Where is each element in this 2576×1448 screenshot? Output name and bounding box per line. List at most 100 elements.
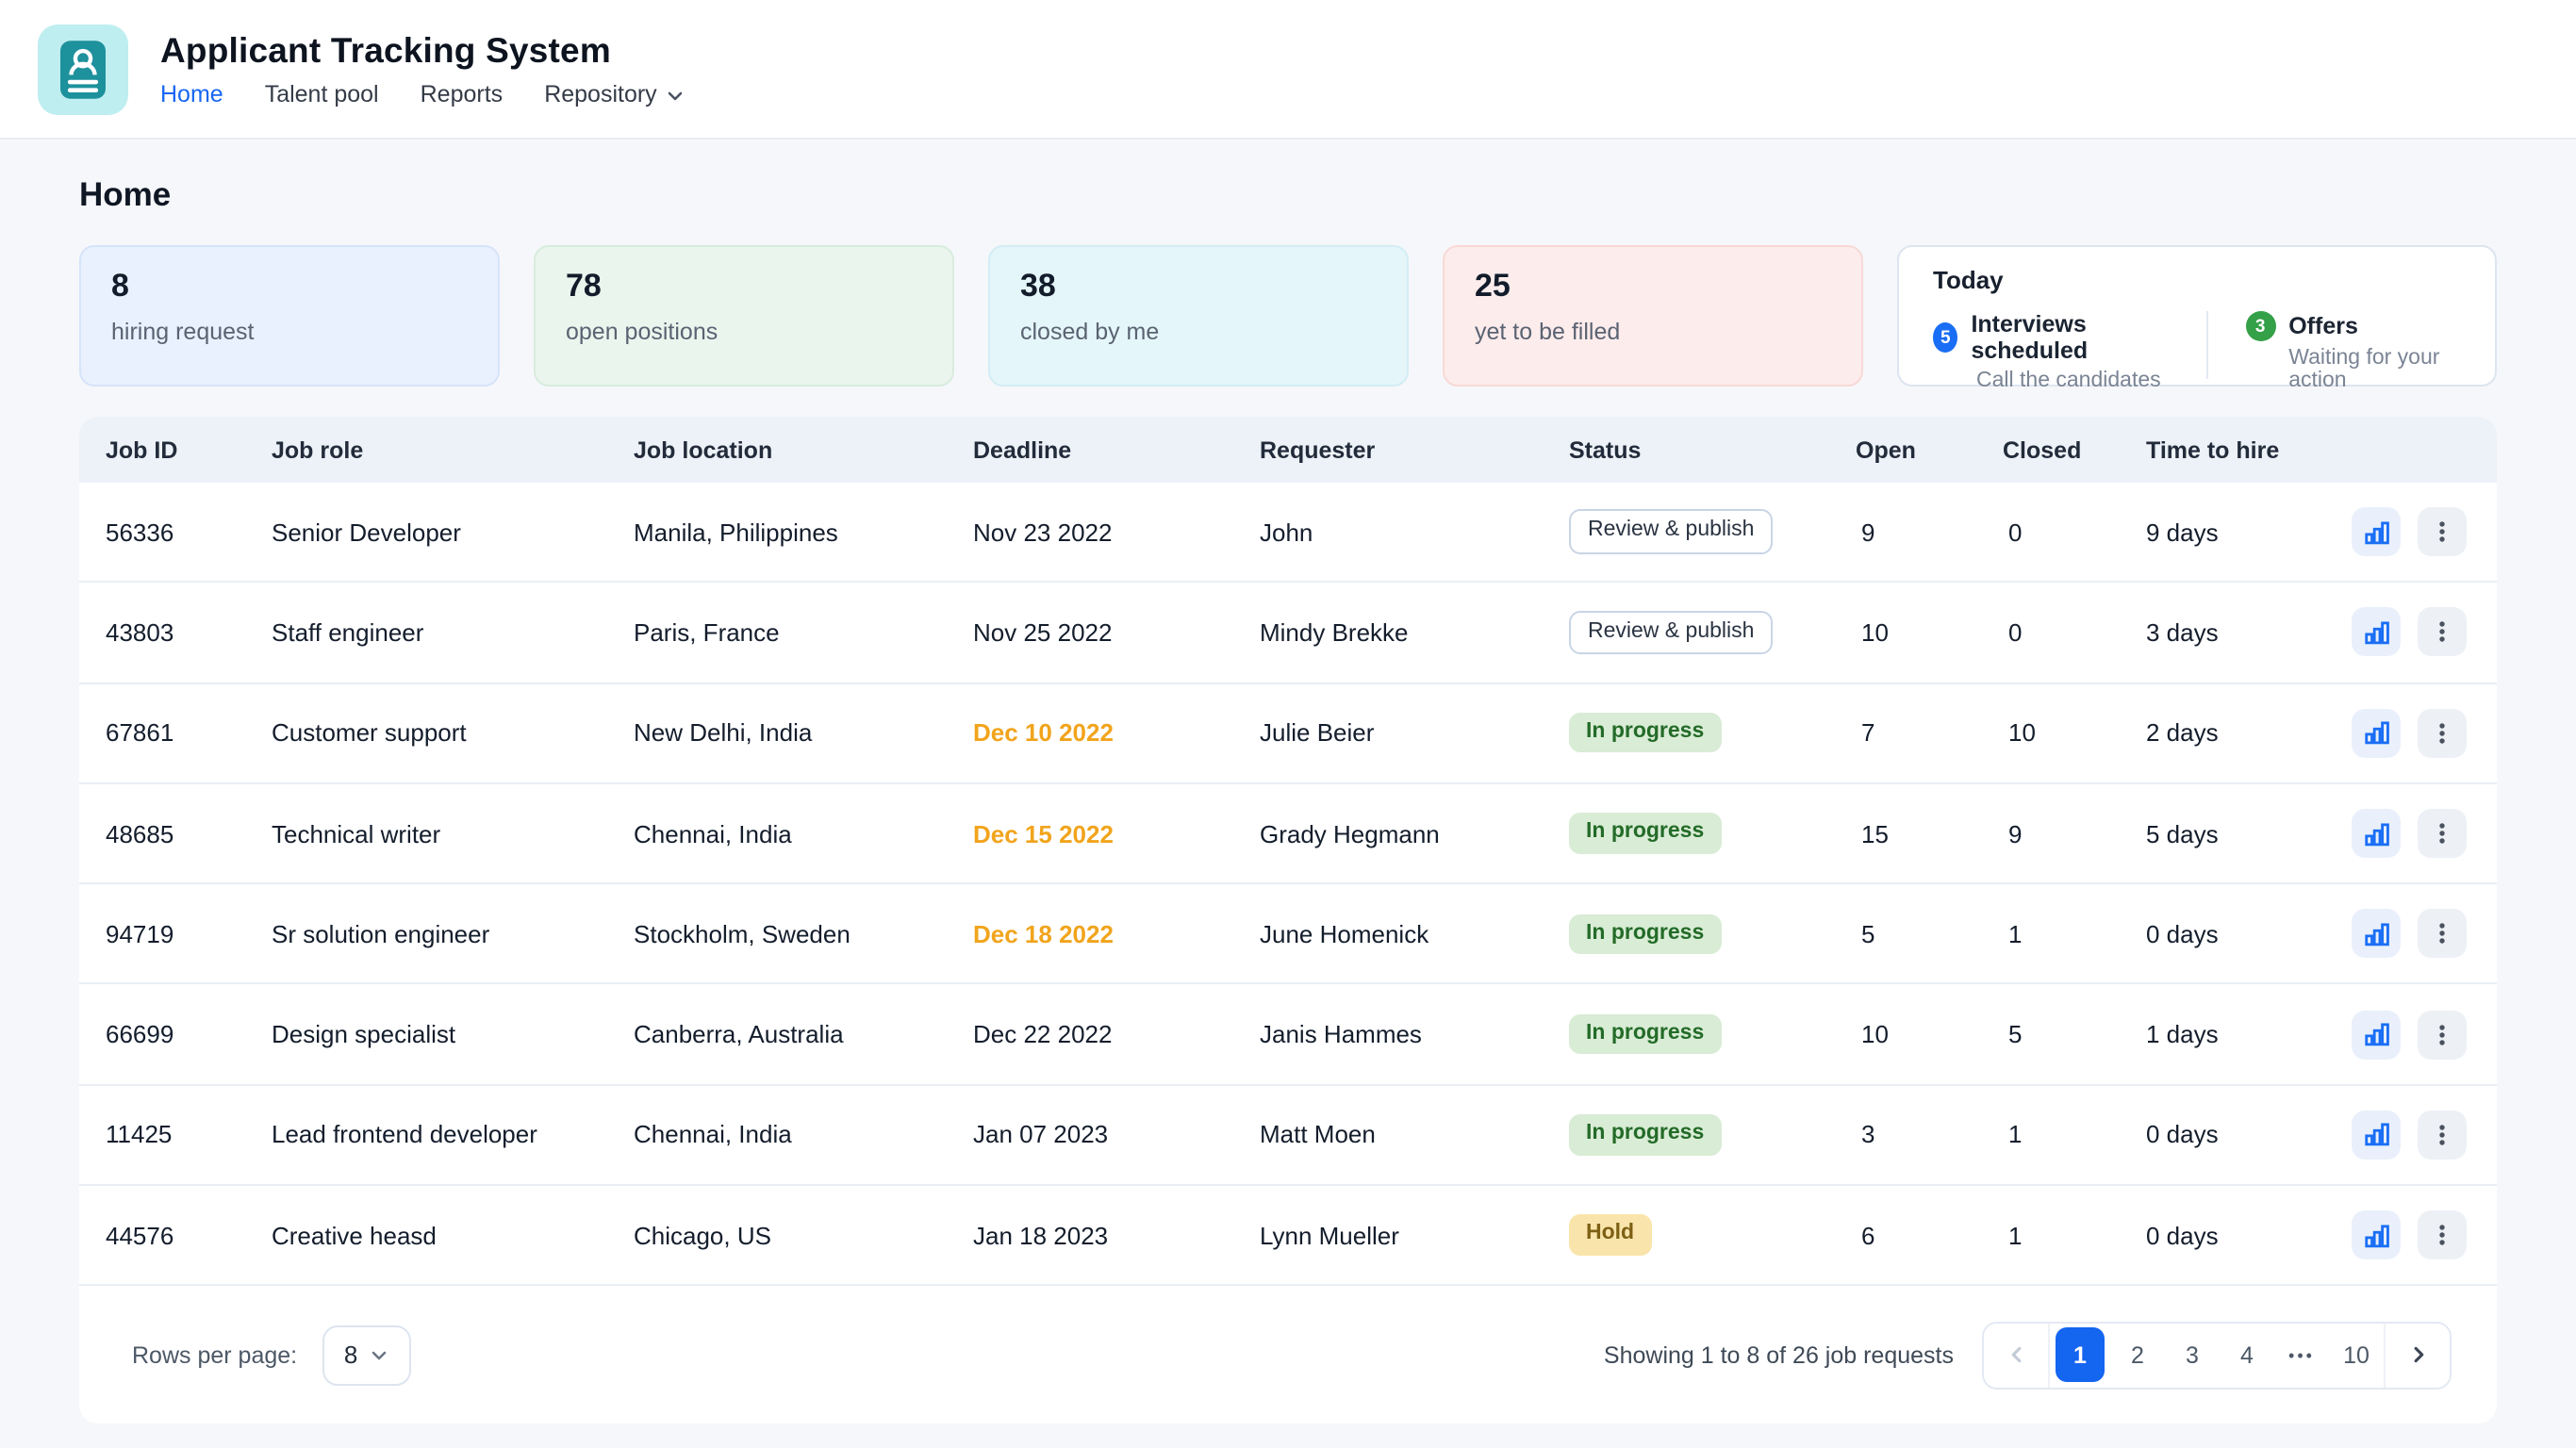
page-button-4[interactable]: 4 — [2220, 1324, 2274, 1388]
interviews-count-badge: 5 — [1933, 322, 1957, 353]
cell-job-location: Canberra, Australia — [634, 1020, 973, 1048]
cell-requester: Mindy Brekke — [1260, 618, 1569, 647]
cell-requester: Matt Moen — [1260, 1121, 1569, 1149]
stat-card-hiring-request: 8hiring request — [79, 245, 500, 387]
column-header-status: Status — [1569, 436, 1856, 463]
kebab-menu-button[interactable] — [2418, 708, 2467, 757]
kebab-menu-button[interactable] — [2418, 608, 2467, 657]
bar-chart-button[interactable] — [2352, 1111, 2401, 1160]
app-title: Applicant Tracking System — [160, 30, 685, 72]
table-row: 67861Customer supportNew Delhi, IndiaDec… — [79, 683, 2497, 784]
bar-chart-button[interactable] — [2352, 910, 2401, 959]
cell-open-count: 3 — [1856, 1121, 2003, 1149]
table-footer: Rows per page: 8 Showing 1 to 8 of 26 jo… — [79, 1287, 2497, 1424]
column-header-requester: Requester — [1260, 436, 1569, 463]
cell-open-count: 5 — [1856, 920, 2003, 948]
kebab-menu-button[interactable] — [2418, 910, 2467, 959]
cell-closed-count: 9 — [2003, 819, 2146, 847]
stat-value: 38 — [1020, 268, 1377, 305]
page-button-3[interactable]: 3 — [2165, 1324, 2220, 1388]
kebab-menu-button[interactable] — [2418, 507, 2467, 556]
cell-job-id: 48685 — [106, 819, 272, 847]
cell-closed-count: 1 — [2003, 1221, 2146, 1249]
cell-closed-count: 10 — [2003, 718, 2146, 747]
rows-per-page-select[interactable]: 8 — [322, 1325, 410, 1386]
status-badge: Review & publish — [1569, 610, 1773, 654]
table-row: 94719Sr solution engineerStockholm, Swed… — [79, 884, 2497, 985]
nav-item-home[interactable]: Home — [160, 81, 223, 107]
bar-chart-button[interactable] — [2352, 1210, 2401, 1259]
kebab-menu-button[interactable] — [2418, 1111, 2467, 1160]
kebab-menu-button[interactable] — [2418, 1010, 2467, 1059]
status-badge: Hold — [1569, 1215, 1651, 1256]
today-item-offers: 3 Offers Waiting for your action — [2245, 311, 2461, 392]
row-actions — [2346, 507, 2470, 556]
cell-job-id: 43803 — [106, 618, 272, 647]
nav-item-reports[interactable]: Reports — [421, 81, 504, 107]
rows-per-page-label: Rows per page: — [132, 1342, 297, 1369]
kebab-menu-button[interactable] — [2418, 1210, 2467, 1259]
cell-closed-count: 1 — [2003, 1121, 2146, 1149]
page-button-1[interactable]: 1 — [2056, 1328, 2105, 1383]
interviews-subtext: Call the candidates — [1976, 370, 2169, 392]
cell-status: In progress — [1569, 1114, 1856, 1155]
cell-deadline: Jan 07 2023 — [973, 1121, 1260, 1149]
column-header-job-location: Job location — [634, 436, 973, 463]
bar-chart-button[interactable] — [2352, 809, 2401, 858]
bar-chart-button[interactable] — [2352, 1010, 2401, 1059]
app-logo-icon — [38, 24, 128, 114]
column-header-closed: Closed — [2003, 436, 2146, 463]
cell-time-to-hire: 9 days — [2146, 518, 2346, 546]
cell-deadline: Dec 18 2022 — [973, 920, 1260, 948]
nav-item-talent-pool[interactable]: Talent pool — [265, 81, 379, 107]
cell-time-to-hire: 0 days — [2146, 1221, 2346, 1249]
today-title: Today — [1933, 266, 2461, 294]
page-button-2[interactable]: 2 — [2110, 1324, 2165, 1388]
cell-time-to-hire: 1 days — [2146, 1020, 2346, 1048]
next-page-button[interactable] — [2384, 1324, 2450, 1388]
job-requests-table: Job IDJob roleJob locationDeadlineReques… — [79, 417, 2497, 1424]
offers-subtext: Waiting for your action — [2288, 347, 2461, 392]
bar-chart-button[interactable] — [2352, 608, 2401, 657]
stat-card-open-positions: 78open positions — [534, 245, 954, 387]
status-badge: In progress — [1569, 913, 1721, 954]
cell-status: In progress — [1569, 814, 1856, 854]
cell-status: In progress — [1569, 713, 1856, 753]
cell-time-to-hire: 0 days — [2146, 1121, 2346, 1149]
main-content: Home 8hiring request78open positions38cl… — [0, 175, 2576, 1424]
stat-card-yet-to-be-filled: 25yet to be filled — [1443, 245, 1863, 387]
stat-label: closed by me — [1020, 319, 1377, 345]
cell-job-location: Stockholm, Sweden — [634, 920, 973, 948]
page-title: Home — [79, 175, 2497, 215]
cell-status: In progress — [1569, 913, 1856, 954]
stat-label: hiring request — [111, 319, 468, 345]
cell-open-count: 10 — [1856, 618, 2003, 647]
status-badge: In progress — [1569, 1114, 1721, 1155]
cell-closed-count: 0 — [2003, 518, 2146, 546]
pagination-ellipsis: ••• — [2274, 1346, 2329, 1365]
cell-job-id: 94719 — [106, 920, 272, 948]
cell-status: Hold — [1569, 1215, 1856, 1256]
cell-job-id: 66699 — [106, 1020, 272, 1048]
pagination: 1234•••10 — [1982, 1322, 2452, 1390]
column-header-deadline: Deadline — [973, 436, 1260, 463]
table-body: 56336Senior DeveloperManila, Philippines… — [79, 483, 2497, 1287]
table-header-row: Job IDJob roleJob locationDeadlineReques… — [79, 417, 2497, 483]
previous-page-button[interactable] — [1984, 1324, 2050, 1388]
stat-value: 78 — [566, 268, 922, 305]
cell-open-count: 15 — [1856, 819, 2003, 847]
cell-job-role: Technical writer — [272, 819, 634, 847]
bar-chart-button[interactable] — [2352, 507, 2401, 556]
table-row: 48685Technical writerChennai, IndiaDec 1… — [79, 784, 2497, 885]
page-button-10[interactable]: 10 — [2329, 1324, 2384, 1388]
kebab-menu-button[interactable] — [2418, 809, 2467, 858]
status-badge: In progress — [1569, 1014, 1721, 1055]
bar-chart-button[interactable] — [2352, 708, 2401, 757]
column-header-job-role: Job role — [272, 436, 634, 463]
cell-deadline: Dec 10 2022 — [973, 718, 1260, 747]
cell-time-to-hire: 0 days — [2146, 920, 2346, 948]
today-card: Today 5 Interviews scheduled Call the ca… — [1897, 245, 2497, 387]
stat-value: 25 — [1475, 268, 1831, 305]
nav-item-repository[interactable]: Repository — [544, 81, 685, 107]
cell-status: Review & publish — [1569, 510, 1856, 554]
